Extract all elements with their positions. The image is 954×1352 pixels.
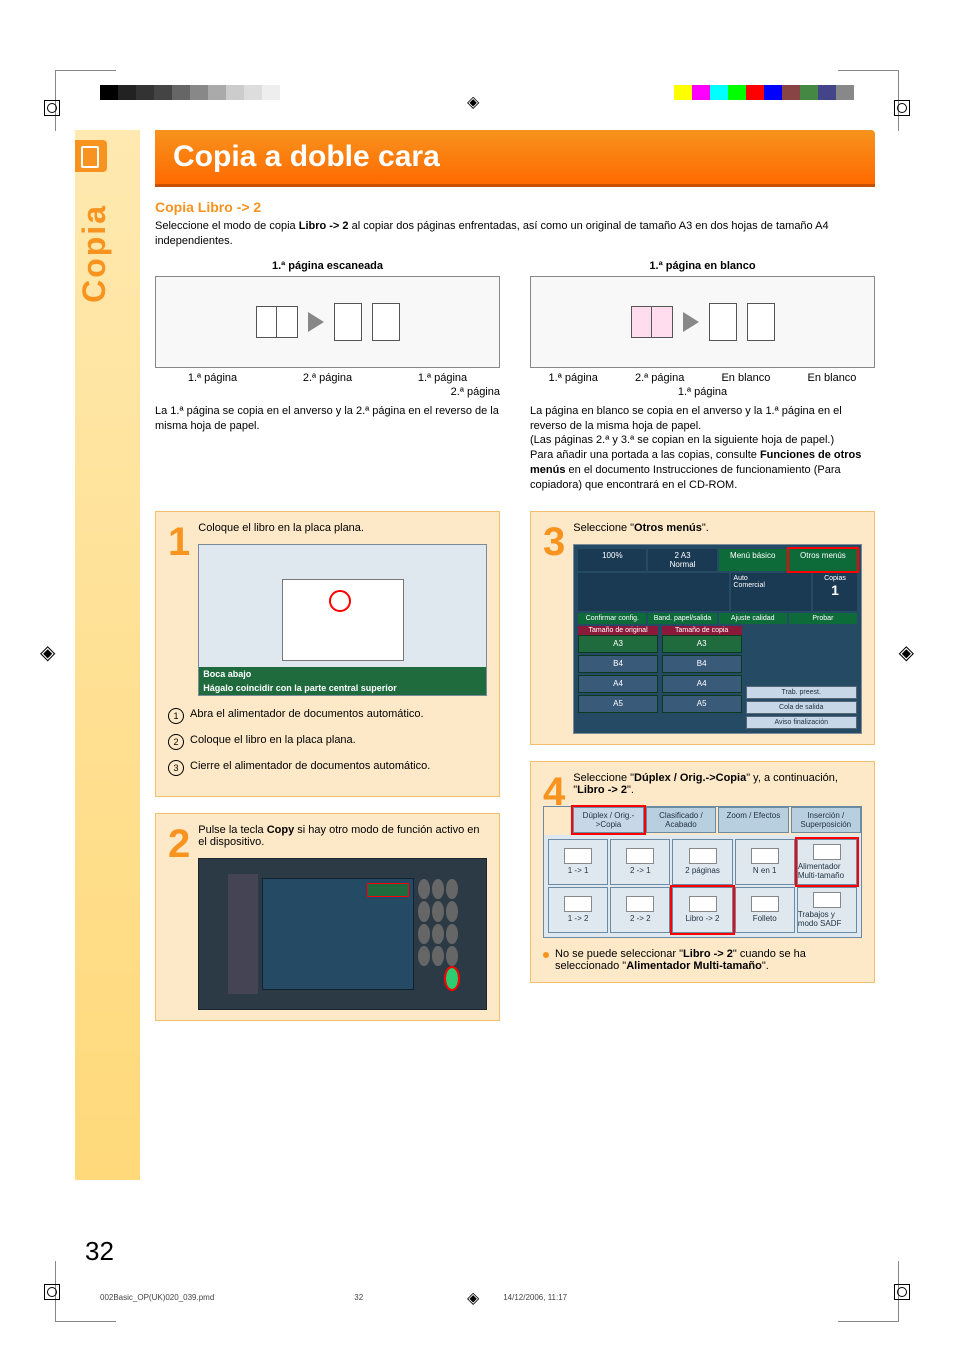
footer-page: 32 xyxy=(354,1293,363,1302)
fold-mark-icon: ◈ xyxy=(467,92,479,112)
substeps: 1 Abra el alimentador de documentos autom… xyxy=(168,708,487,776)
step-1: 1 Coloque el libro en la placa plana. Bo… xyxy=(155,511,500,797)
diagram-left: 1.ª página escaneada 1.ª página 2.ª pági… xyxy=(155,260,500,493)
substep-text: Coloque el libro en la placa plana. xyxy=(190,734,356,750)
substep-text: Cierre el alimentador de documentos auto… xyxy=(190,760,430,776)
step-2: 2 Pulse la tecla Copy si hay otro modo d… xyxy=(155,813,500,1021)
step-text: Coloque el libro en la placa plana. xyxy=(198,522,487,534)
step-number: 1 xyxy=(168,522,190,562)
page-number: 32 xyxy=(85,1236,114,1267)
diagram-labels: 1.ª página 2.ª página En blanco En blanc… xyxy=(530,372,875,384)
section-tab-icon xyxy=(75,140,107,172)
step-3: 3 Seleccione "Otros menús". 100% 2 A3Nor… xyxy=(530,511,875,745)
step-text: Seleccione "Otros menús". xyxy=(573,522,862,534)
overlay-label: Hágalo coincidir con la parte central su… xyxy=(199,681,486,695)
steps-grid: 1 Coloque el libro en la placa plana. Bo… xyxy=(155,511,875,1037)
diagram-caption: La página en blanco se copia en el anver… xyxy=(530,404,875,493)
overlay-label: Boca abajo xyxy=(199,667,486,681)
substep-number-icon: 1 xyxy=(168,708,184,724)
diagram-label: 2.ª página xyxy=(155,386,500,398)
page-title: Copia a doble cara xyxy=(155,130,875,187)
fold-mark-icon: ◈ xyxy=(40,640,55,665)
substep-number-icon: 2 xyxy=(168,734,184,750)
footer-date: 14/12/2006, 11:17 xyxy=(503,1293,567,1302)
step-number: 3 xyxy=(543,522,565,562)
device-panel-illustration xyxy=(198,858,487,1010)
crop-mark xyxy=(55,1261,116,1322)
diagram-heading: 1.ª página en blanco xyxy=(530,260,875,272)
step-number: 2 xyxy=(168,824,190,864)
step-text: Seleccione "Dúplex / Orig.->Copia" y, a … xyxy=(573,772,862,796)
diagram-row: 1.ª página escaneada 1.ª página 2.ª pági… xyxy=(155,260,875,493)
section-label: Copia xyxy=(76,204,113,303)
color-bar xyxy=(674,85,854,100)
diagram-right: 1.ª página en blanco 1.ª página 2.ª pági… xyxy=(530,260,875,493)
intro-text: Seleccione el modo de copia Libro -> 2 a… xyxy=(155,219,875,250)
note-bullet: No se puede seleccionar "Libro -> 2" cua… xyxy=(543,948,862,972)
step-text: Pulse la tecla Copy si hay otro modo de … xyxy=(198,824,487,848)
steps-right-col: 3 Seleccione "Otros menús". 100% 2 A3Nor… xyxy=(530,511,875,1037)
diagram-label: 1.ª página xyxy=(530,386,875,398)
note-text: No se puede seleccionar "Libro -> 2" cua… xyxy=(555,948,862,972)
substep-text: Abra el alimentador de documentos automá… xyxy=(190,708,424,724)
diagram-illustration xyxy=(155,276,500,368)
steps-left-col: 1 Coloque el libro en la placa plana. Bo… xyxy=(155,511,500,1037)
bullet-icon xyxy=(543,952,549,958)
registration-mark xyxy=(894,100,910,116)
fold-mark-icon: ◈ xyxy=(899,640,914,665)
touchscreen-illustration: 100% 2 A3Normal Menú básico Otros menús … xyxy=(573,544,862,734)
crop-mark xyxy=(838,1261,899,1322)
diagram-illustration xyxy=(530,276,875,368)
diagram-labels: 1.ª página 2.ª página 1.ª página xyxy=(155,372,500,384)
subtitle: Copia Libro -> 2 xyxy=(155,199,875,215)
substep-number-icon: 3 xyxy=(168,760,184,776)
footer-file: 002Basic_OP(UK)020_039.pmd xyxy=(100,1293,214,1302)
step-4: 4 Seleccione "Dúplex / Orig.->Copia" y, … xyxy=(530,761,875,983)
registration-mark xyxy=(44,1284,60,1300)
diagram-caption: La 1.ª página se copia en el anverso y l… xyxy=(155,404,500,434)
diagram-heading: 1.ª página escaneada xyxy=(155,260,500,272)
registration-mark xyxy=(894,1284,910,1300)
step-number: 4 xyxy=(543,772,565,812)
content-area: Copia a doble cara Copia Libro -> 2 Sele… xyxy=(75,130,875,1037)
scanner-illustration: Boca abajo Hágalo coincidir con la parte… xyxy=(198,544,487,696)
color-bar xyxy=(100,85,280,100)
crop-mark xyxy=(55,70,116,131)
crop-mark xyxy=(838,70,899,131)
registration-mark xyxy=(44,100,60,116)
footer: 002Basic_OP(UK)020_039.pmd 32 14/12/2006… xyxy=(100,1293,567,1302)
touchscreen-illustration: Dúplex / Orig.->Copia Clasificado / Acab… xyxy=(543,806,862,938)
manual-page: ◈ ◈ ◈ ◈ Copia Copia a doble cara Copia L… xyxy=(0,0,954,1352)
